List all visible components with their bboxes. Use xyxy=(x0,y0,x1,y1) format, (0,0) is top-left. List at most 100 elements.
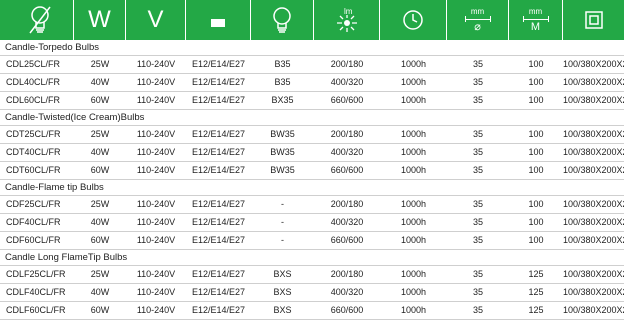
cell-diameter: 35 xyxy=(472,95,483,105)
group-title: Candle-Flame tip Bulbs xyxy=(0,180,624,196)
cell-wattage: 25W xyxy=(90,129,110,139)
cell-voltage: 110-240V xyxy=(136,287,176,297)
cell-lifetime: 1000h xyxy=(400,199,427,209)
cell-lumen: 400/320 xyxy=(330,287,364,297)
cell-lifetime: 1000h xyxy=(400,217,427,227)
cell-wattage: 40W xyxy=(90,147,110,157)
cell-shape: BW35 xyxy=(270,147,295,157)
cell-length: 100 xyxy=(528,77,544,87)
cell-voltage: 110-240V xyxy=(136,269,176,279)
cell-model: CDF25CL/FR xyxy=(6,199,61,209)
cell-base: E12/E14/E27 xyxy=(191,59,246,69)
wattage-letter: W xyxy=(88,6,111,33)
cell-lifetime: 1000h xyxy=(400,287,427,297)
cell-voltage: 110-240V xyxy=(136,235,176,245)
cell-wattage: 25W xyxy=(90,269,110,279)
cell-length: 100 xyxy=(528,217,544,227)
cell-diameter: 35 xyxy=(472,235,483,245)
cell-length: 100 xyxy=(528,235,544,245)
lumen-label: lm xyxy=(344,7,353,16)
cell-diameter: 35 xyxy=(472,129,483,139)
cell-packing: 100/380X200X240 xyxy=(563,217,624,227)
diameter-symbol: ⌀ xyxy=(474,21,481,33)
cell-diameter: 35 xyxy=(472,77,483,87)
cell-base: E12/E14/E27 xyxy=(191,129,246,139)
cell-base: E12/E14/E27 xyxy=(191,77,246,87)
table-row: CDL60CL/FR 60W 110-240V E12/E14/E27 BX35 660/… xyxy=(0,92,624,110)
cell-wattage: 25W xyxy=(90,199,110,209)
cell-packing: 100/380X200X240 xyxy=(563,129,624,139)
cell-shape: B35 xyxy=(274,59,291,69)
cell-voltage: 110-240V xyxy=(136,147,176,157)
table-row: CDF60CL/FR 60W 110-240V E12/E14/E27 - 660/600… xyxy=(0,232,624,250)
cell-lifetime: 1000h xyxy=(400,129,427,139)
cell-lumen: 400/320 xyxy=(330,77,364,87)
cell-diameter: 35 xyxy=(472,217,483,227)
table-row: CDL40CL/FR 40W 110-240V E12/E14/E27 B35 400/3… xyxy=(0,74,624,92)
cell-wattage: 40W xyxy=(90,217,110,227)
cell-voltage: 110-240V xyxy=(136,217,176,227)
group-title: Candle-Torpedo Bulbs xyxy=(0,40,624,56)
cell-base: E12/E14/E27 xyxy=(191,269,246,279)
base-icon xyxy=(186,0,251,40)
cell-packing: 100/380X200X240 xyxy=(563,147,624,157)
group-title: Candle-Twisted(Ice Cream)Bulbs xyxy=(0,110,624,126)
cell-wattage: 25W xyxy=(90,59,110,69)
cell-model: CDLF25CL/FR xyxy=(6,269,66,279)
table-header: W V lm mm ⌀ mm M xyxy=(0,0,624,40)
cell-lifetime: 1000h xyxy=(400,59,427,69)
cell-wattage: 60W xyxy=(90,165,110,175)
cell-diameter: 35 xyxy=(472,287,483,297)
cell-shape: BX35 xyxy=(271,95,294,105)
cell-lifetime: 1000h xyxy=(400,305,427,315)
lamp-icon xyxy=(0,0,74,40)
cell-lumen: 660/600 xyxy=(330,165,364,175)
cell-diameter: 35 xyxy=(472,59,483,69)
cell-model: CDF60CL/FR xyxy=(6,235,61,245)
cell-shape: BXS xyxy=(273,287,292,297)
cell-shape: B35 xyxy=(274,77,291,87)
length-icon: mm M xyxy=(509,0,563,40)
product-table: Candle-Torpedo Bulbs CDL25CL/FR 25W 110-240… xyxy=(0,40,624,320)
cell-shape: BXS xyxy=(273,269,292,279)
cell-voltage: 110-240V xyxy=(136,129,176,139)
cell-model: CDL60CL/FR xyxy=(6,95,61,105)
cell-length: 100 xyxy=(528,199,544,209)
cell-packing: 100/380X200X240 xyxy=(563,77,624,87)
cell-length: 100 xyxy=(528,129,544,139)
cell-lifetime: 1000h xyxy=(400,165,427,175)
length-unit: mm xyxy=(528,7,543,16)
cell-model: CDT40CL/FR xyxy=(6,147,61,157)
table-row: CDLF60CL/FR 60W 110-240V E12/E14/E27 BXS 660/… xyxy=(0,302,624,320)
table-row: CDT60CL/FR 60W 110-240V E12/E14/E27 BW35 660/… xyxy=(0,162,624,180)
cell-packing: 100/380X200X290 xyxy=(563,287,624,297)
table-row: CDLF40CL/FR 40W 110-240V E12/E14/E27 BXS 400/… xyxy=(0,284,624,302)
cell-shape: BW35 xyxy=(270,165,295,175)
cell-shape: - xyxy=(281,217,284,227)
cell-lifetime: 1000h xyxy=(400,95,427,105)
cell-base: E12/E14/E27 xyxy=(191,199,246,209)
cell-packing: 100/380X200X290 xyxy=(563,269,624,279)
cell-lumen: 200/180 xyxy=(330,59,364,69)
cell-lumen: 200/180 xyxy=(330,269,364,279)
cell-lumen: 660/600 xyxy=(330,235,364,245)
cell-length: 100 xyxy=(528,59,544,69)
diameter-unit: mm xyxy=(470,7,485,16)
cell-length: 100 xyxy=(528,147,544,157)
cell-model: CDLF40CL/FR xyxy=(6,287,66,297)
cell-packing: 100/380X200X290 xyxy=(563,305,624,315)
cell-shape: - xyxy=(281,235,284,245)
cell-packing: 100/380X200X240 xyxy=(563,165,624,175)
diameter-icon: mm ⌀ xyxy=(447,0,509,40)
lumen-icon: lm xyxy=(314,0,380,40)
length-symbol: M xyxy=(530,21,541,33)
lifetime-icon xyxy=(380,0,447,40)
cell-voltage: 110-240V xyxy=(136,305,176,315)
cell-lumen: 200/180 xyxy=(330,129,364,139)
cell-lumen: 400/320 xyxy=(330,147,364,157)
group-title: Candle Long FlameTip Bulbs xyxy=(0,250,624,266)
cell-lumen: 660/600 xyxy=(330,305,364,315)
cell-model: CDF40CL/FR xyxy=(6,217,61,227)
cell-length: 125 xyxy=(528,269,544,279)
wattage-icon: W xyxy=(74,0,126,40)
